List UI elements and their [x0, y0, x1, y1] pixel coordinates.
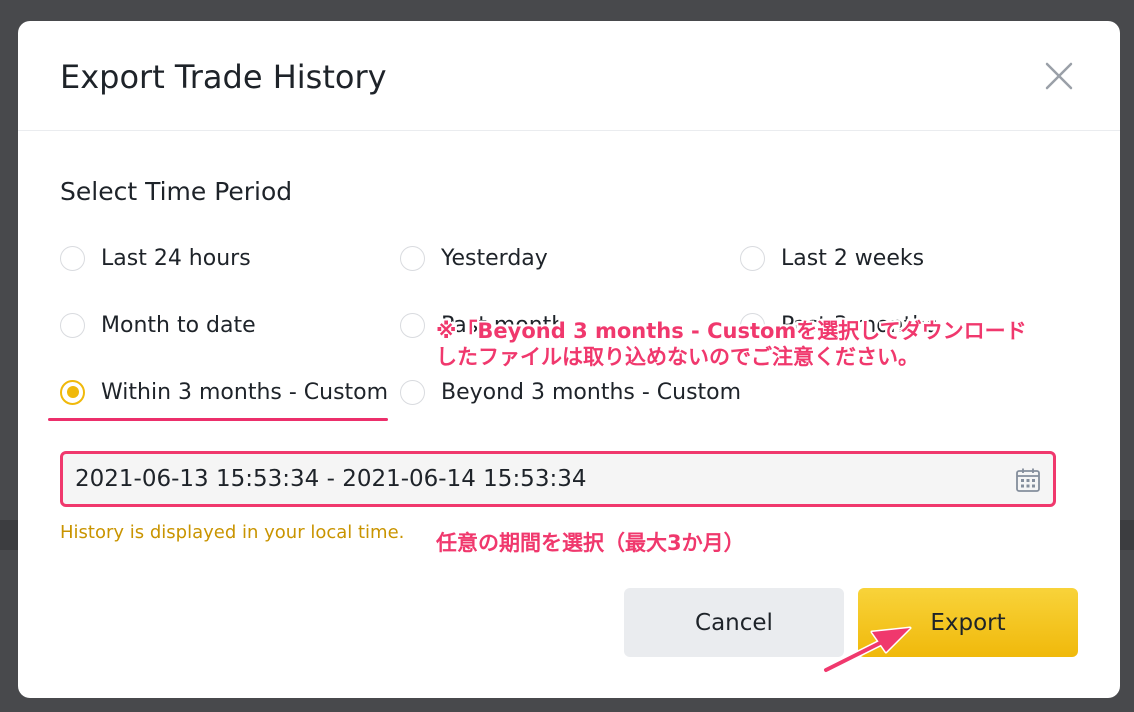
export-trade-history-dialog: Export Trade History Select Time Period …: [18, 21, 1120, 698]
radio-month-to-date[interactable]: Month to date: [60, 308, 256, 342]
radio-last-2-weeks[interactable]: Last 2 weeks: [740, 241, 924, 275]
radio-last-24-hours[interactable]: Last 24 hours: [60, 241, 251, 275]
radio-label: Last 24 hours: [101, 245, 251, 271]
radio-selected-dot: [66, 386, 79, 398]
radio-label: Month to date: [101, 312, 256, 338]
radio-button[interactable]: [400, 245, 425, 271]
radio-button[interactable]: [60, 312, 85, 338]
section-title: Select Time Period: [60, 177, 293, 206]
dialog-title: Export Trade History: [60, 58, 387, 96]
close-button[interactable]: [1041, 58, 1077, 94]
radio-button[interactable]: [400, 379, 425, 405]
close-icon: [1045, 62, 1073, 90]
radio-button[interactable]: [60, 245, 85, 271]
annotation-range-note: 任意の期間を選択（最大3か月）: [436, 531, 745, 555]
radio-label: Beyond 3 months - Custom: [441, 379, 742, 405]
dialog-header: Export Trade History: [18, 21, 1120, 131]
cancel-button[interactable]: Cancel: [624, 588, 844, 657]
calendar-icon[interactable]: [1015, 467, 1041, 493]
radio-button[interactable]: [400, 312, 425, 338]
radio-within-3-months-custom[interactable]: Within 3 months - Custom: [60, 375, 388, 409]
radio-beyond-3-months-custom[interactable]: Beyond 3 months - Custom: [400, 375, 741, 409]
date-range-input[interactable]: 2021-06-13 15:53:34 - 2021-06-14 15:53:3…: [60, 451, 1056, 507]
export-button[interactable]: Export: [858, 588, 1078, 657]
annotation-warning: ※「Beyond 3 months - Customを選択してダウンロード した…: [436, 318, 1027, 370]
annotation-warning-line-1: ※「Beyond 3 months - Customを選択してダウンロード: [436, 319, 1027, 343]
radio-button[interactable]: [740, 245, 765, 271]
local-time-hint: History is displayed in your local time.: [60, 522, 405, 543]
radio-label: Within 3 months - Custom: [101, 379, 389, 405]
radio-label: Last 2 weeks: [781, 245, 925, 271]
date-range-value: 2021-06-13 15:53:34 - 2021-06-14 15:53:3…: [75, 466, 587, 492]
radio-yesterday[interactable]: Yesterday: [400, 241, 548, 275]
radio-button-selected[interactable]: [60, 379, 85, 405]
annotation-warning-line-2: したファイルは取り込めないのでご注意ください。: [436, 345, 919, 369]
annotation-underline: [48, 418, 388, 421]
radio-label: Yesterday: [441, 245, 548, 271]
